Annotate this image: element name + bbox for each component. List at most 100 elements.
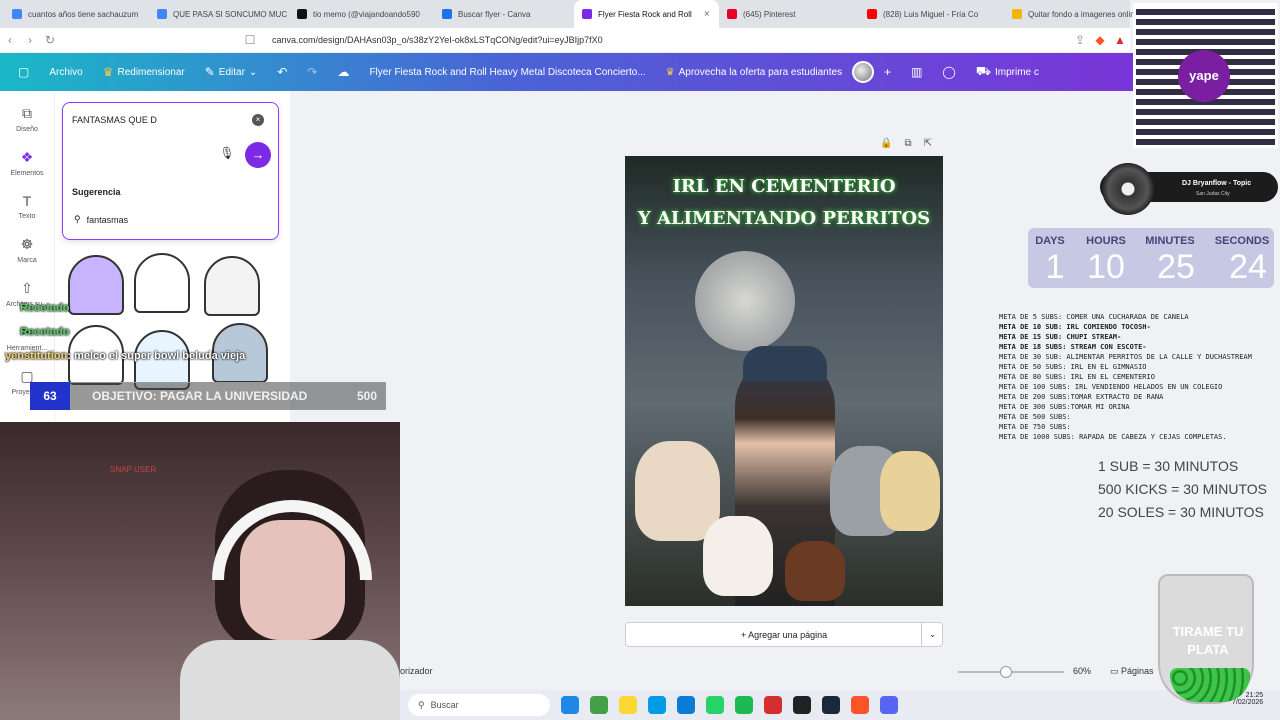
ghost-sticker[interactable]	[68, 255, 124, 315]
taskbar-search[interactable]: ⚲ Buscar	[408, 694, 550, 716]
favicon-icon	[867, 9, 877, 19]
taskbar-app-icon[interactable]	[619, 696, 637, 714]
sidebar-item-texto[interactable]: T Texto	[19, 193, 36, 220]
document-title[interactable]: Flyer Fiesta Rock and Roll Heavy Metal D…	[369, 67, 645, 78]
taskbar-app-icon[interactable]	[677, 696, 695, 714]
add-page-icon[interactable]: ⇱	[924, 138, 932, 149]
taskbar-app-icon[interactable]	[648, 696, 666, 714]
zoom-slider-handle[interactable]	[999, 666, 1012, 678]
taskbar-app-icon[interactable]	[764, 696, 782, 714]
lock-icon[interactable]: 🔒	[880, 138, 892, 149]
file-menu-button[interactable]: Archivo	[49, 67, 82, 78]
dog-cutout[interactable]	[785, 541, 845, 601]
rate-item: 500 KICKS = 30 MINUTOS	[1098, 481, 1267, 497]
dog-cutout[interactable]	[635, 441, 720, 541]
rewards-icon[interactable]: ▲	[1110, 33, 1130, 47]
share-icon[interactable]: ⇪	[1070, 33, 1090, 47]
promo-button[interactable]: ♛ Aprovecha la oferta para estudiantes	[666, 67, 842, 78]
resize-button[interactable]: ♛ Redimensionar	[103, 65, 185, 79]
url-field[interactable]: canva.com/design/DAHAsn03p_o/s38zY2YeI-o…	[272, 35, 1070, 45]
browser-tab[interactable]: Buscar flyer - Canva	[434, 0, 574, 28]
brave-shield-icon[interactable]: ◆	[1090, 33, 1110, 47]
design-page[interactable]: IRL EN CEMENTERIO Y ALIMENTANDO PERRITOS	[625, 156, 943, 606]
browser-tab[interactable]: Flyer Fiesta Rock and Roll ×	[574, 0, 719, 28]
add-collaborator-button[interactable]: +	[884, 65, 891, 79]
notes-button[interactable]: orizador	[400, 666, 433, 676]
browser-tab[interactable]: cuantos años tiene sachauzum	[4, 0, 149, 28]
countdown-label: DAYS	[1035, 235, 1065, 247]
ghost-sticker[interactable]	[134, 253, 190, 313]
browser-tab[interactable]: Quitar fondo a imagenes onlin	[1004, 0, 1134, 28]
print-label: Imprime c	[994, 66, 1039, 78]
reload-icon[interactable]: ↻	[40, 33, 60, 47]
tab-label: QUE PASA SI SONCUMO MUC	[173, 9, 288, 19]
goal-item: META DE 300 SUBS:TOMAR MI ORINA	[999, 403, 1130, 411]
countdown-label: HOURS	[1086, 235, 1126, 247]
taskbar-app-icon[interactable]	[851, 696, 869, 714]
taskbar-app-icon[interactable]	[793, 696, 811, 714]
goal-item: META DE 750 SUBS:	[999, 423, 1071, 431]
taskbar-app-icon[interactable]	[822, 696, 840, 714]
browser-tab[interactable]: tio memo (@viajandoando590	[289, 0, 434, 28]
taskbar-app-icon[interactable]	[735, 696, 753, 714]
taskbar-app-icon[interactable]	[561, 696, 579, 714]
rate-item: 20 SOLES = 30 MINUTOS	[1098, 504, 1264, 520]
avatar[interactable]	[852, 61, 875, 83]
browser-tab[interactable]: (645) Pinterest	[719, 0, 859, 28]
zoom-level[interactable]: 60%	[1073, 666, 1091, 676]
dog-cutout[interactable]	[703, 516, 773, 596]
comment-icon[interactable]: ◯	[942, 65, 955, 79]
goal-item: META DE 200 SUBS:TOMAR EXTRACTO DE RANA	[999, 393, 1164, 401]
goal-text: OBJETIVO: PAGAR LA UNIVERSIDAD	[92, 389, 308, 403]
goal-item: META DE 30 SUB: ALIMENTAR PERRITOS DE LA…	[999, 353, 1252, 361]
favicon-icon	[727, 9, 737, 19]
taskbar-app-icon[interactable]	[706, 696, 724, 714]
tab-label: Flyer Fiesta Rock and Roll	[598, 9, 692, 19]
goal-item: META DE 1000 SUBS: RAPADA DE CABEZA Y CE…	[999, 433, 1227, 441]
browser-tab[interactable]: QUE PASA SI SONCUMO MUC	[149, 0, 289, 28]
search-submit-button[interactable]: →	[245, 142, 271, 168]
sidebar-item-marca[interactable]: ☸ Marca	[17, 236, 36, 264]
rate-item: 1 SUB = 30 MINUTOS	[1098, 458, 1239, 474]
taskbar-app-icon[interactable]	[590, 696, 608, 714]
redo-button[interactable]: ↷	[307, 65, 317, 79]
taskbar-app-icon[interactable]	[880, 696, 898, 714]
bookmark-icon[interactable]: ☐	[240, 33, 260, 47]
goal-item: META DE 18 SUBS: STREAM CON ESCOTE-	[999, 343, 1147, 351]
insights-icon[interactable]: ▥	[911, 65, 922, 79]
chat-message: yenstitution: melco el super bowl beluda…	[5, 350, 245, 362]
poster-title-line2[interactable]: Y ALIMENTANDO PERRITOS	[625, 208, 943, 229]
chat-message: Recetado	[20, 326, 70, 338]
add-page-button[interactable]: + Agregar una página	[625, 622, 943, 647]
tab-label: tio memo (@viajandoando590	[313, 9, 420, 19]
sidebar-item-elementos[interactable]: ❖ Elementos	[10, 149, 43, 177]
countdown-label: MINUTES	[1145, 235, 1195, 247]
pages-button[interactable]: ▭ Páginas	[1110, 666, 1154, 677]
duplicate-icon[interactable]: ⧉	[904, 138, 911, 149]
poster-title-line1[interactable]: IRL EN CEMENTERIO	[625, 176, 943, 197]
back-icon[interactable]: ‹	[0, 33, 20, 47]
search-input[interactable]: FANTASMAS QUE D	[72, 115, 157, 125]
microphone-icon[interactable]: 🎙	[218, 146, 236, 164]
pages-label: Páginas	[1121, 666, 1154, 676]
countdown-value: 25	[1157, 248, 1195, 286]
goal-item: META DE 100 SUBS: IRL VENDIENDO HELADOS …	[999, 383, 1223, 391]
suggestion-item[interactable]: ⚲ fantasmas	[74, 214, 128, 225]
close-tab-icon[interactable]: ×	[704, 9, 710, 20]
sidebar-item-diseño[interactable]: ⧉ Diseño	[16, 105, 38, 133]
favicon-icon	[12, 9, 22, 19]
tab-label: Quitar fondo a imagenes onlin	[1028, 9, 1134, 19]
clear-search-icon[interactable]: ×	[252, 114, 264, 126]
browser-tab[interactable]: (828) Luis Miguel - Fría Co	[859, 0, 1004, 28]
chevron-down-icon[interactable]: ⌄	[921, 622, 943, 647]
tab-label: Buscar flyer - Canva	[458, 9, 531, 19]
forward-icon[interactable]: ›	[20, 33, 40, 47]
menu-toggle-icon[interactable]: ▢	[18, 65, 29, 79]
cloud-sync-icon[interactable]: ☁	[337, 65, 349, 79]
dog-cutout[interactable]	[880, 451, 940, 531]
ghost-sticker[interactable]	[204, 256, 260, 316]
edit-button[interactable]: ✎ Editar ⌄	[205, 65, 258, 79]
undo-button[interactable]: ↶	[277, 65, 287, 79]
search-icon: ⚲	[74, 214, 81, 224]
print-button[interactable]: ⛟ Imprime c	[976, 64, 1039, 80]
